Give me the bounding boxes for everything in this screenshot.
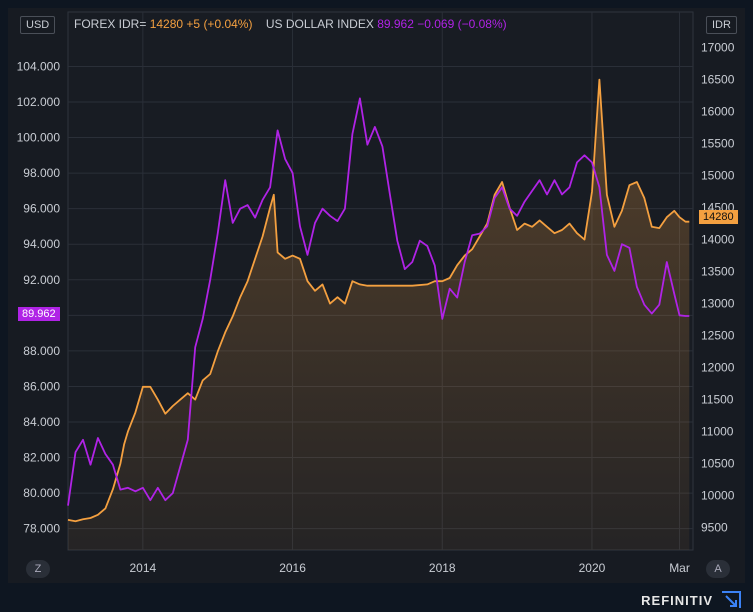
y-right-tick-label: 12500 xyxy=(701,329,735,343)
y-right-tick-label: 12000 xyxy=(701,361,735,375)
y-left-tick-label: 94.000 xyxy=(23,237,60,251)
y-right-tick-label: 9500 xyxy=(701,521,728,535)
left-unit-badge: USD xyxy=(20,16,56,34)
y-left-tick-label: 80.000 xyxy=(23,486,60,500)
x-tick-label: Mar xyxy=(669,561,690,575)
y-left-tick-label: 98.000 xyxy=(23,166,60,180)
brand-logo: REFINITIV xyxy=(641,593,713,608)
y-left-tick-label: 84.000 xyxy=(23,415,60,429)
y-right-tick-label: 15000 xyxy=(701,169,735,183)
y-left-tick-label: 102.000 xyxy=(17,95,61,109)
series1-name: FOREX IDR= xyxy=(74,17,147,31)
y-right-tick-label: 16000 xyxy=(701,105,735,119)
legend-bar: FOREX IDR= 14280 +5 (+0.04%) US DOLLAR I… xyxy=(74,17,507,31)
x-tick-label: 2020 xyxy=(579,561,606,575)
y-right-tick-label: 13500 xyxy=(701,265,735,279)
y-right-tick-label: 10500 xyxy=(701,457,735,471)
y-left-tick-label: 82.000 xyxy=(23,451,60,465)
zoom-button[interactable]: Z xyxy=(26,560,50,578)
series2-name: US DOLLAR INDEX xyxy=(265,17,374,31)
y-right-tick-label: 10000 xyxy=(701,489,735,503)
y-left-tick-label: 96.000 xyxy=(23,202,60,216)
y-left-tick-label: 78.000 xyxy=(23,522,60,536)
y-right-tick-label: 11000 xyxy=(701,425,734,439)
y-right-tick-label: 16500 xyxy=(701,73,735,87)
y-right-tick-label: 15500 xyxy=(701,137,735,151)
series2-change: −0.069 (−0.08%) xyxy=(417,17,507,31)
y-left-tick-label: 88.000 xyxy=(23,344,60,358)
series1-change: +5 (+0.04%) xyxy=(186,17,253,31)
x-tick-label: 2014 xyxy=(129,561,156,575)
y-right-tick-label: 13000 xyxy=(701,297,735,311)
usd-price-tag: 89.962 xyxy=(18,307,60,321)
series2-value: 89.962 xyxy=(377,17,414,31)
y-left-tick-label: 104.000 xyxy=(17,59,61,73)
chart-svg: 78.00080.00082.00084.00086.00088.00090.0… xyxy=(17,11,735,575)
series1-value: 14280 xyxy=(149,17,184,31)
y-left-tick-label: 92.000 xyxy=(23,273,60,287)
y-left-tick-label: 86.000 xyxy=(23,379,60,393)
idr-price-tag: 14280 xyxy=(699,210,738,224)
auto-scale-button[interactable]: A xyxy=(706,560,730,578)
y-left-tick-label: 100.000 xyxy=(17,131,61,145)
x-tick-label: 2018 xyxy=(429,561,456,575)
y-right-tick-label: 11500 xyxy=(701,393,734,407)
y-right-tick-label: 17000 xyxy=(701,41,735,55)
y-right-tick-label: 14000 xyxy=(701,233,735,247)
refinitiv-logo-icon xyxy=(722,591,741,608)
right-unit-badge: IDR xyxy=(706,16,737,34)
x-tick-label: 2016 xyxy=(279,561,306,575)
